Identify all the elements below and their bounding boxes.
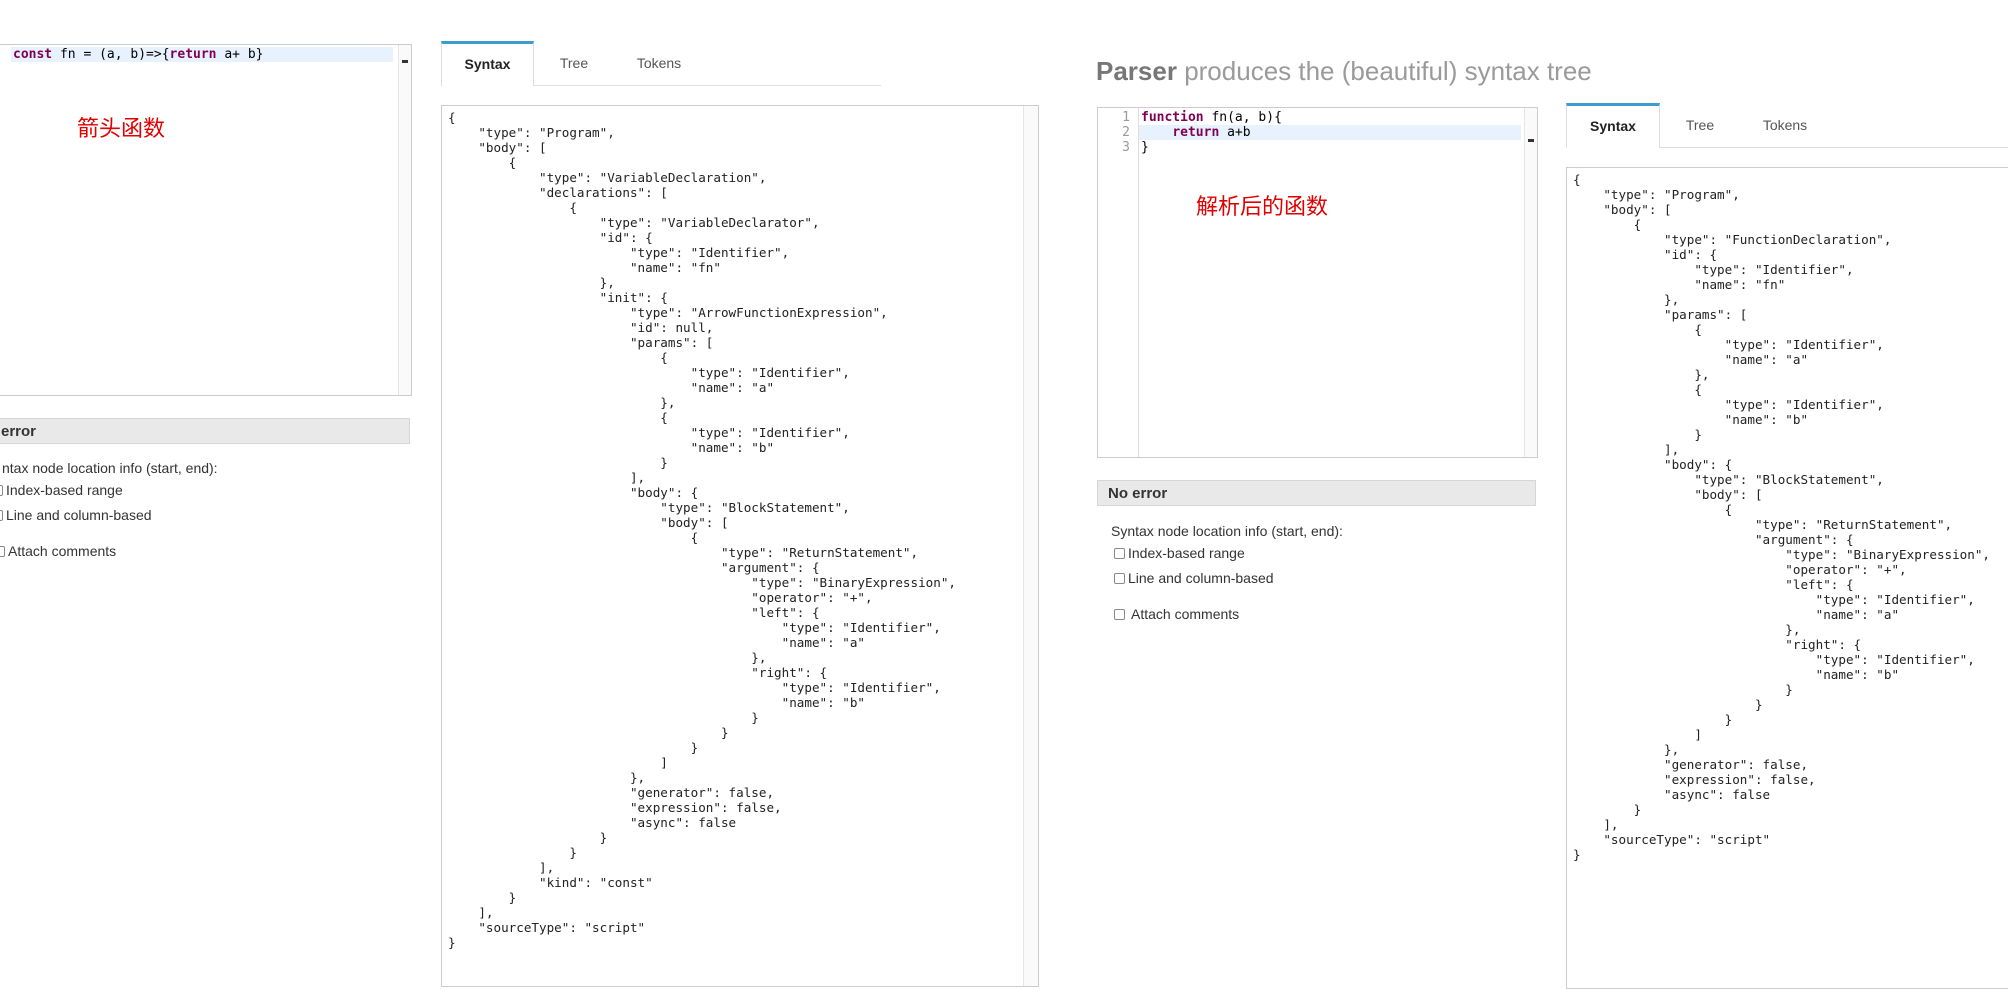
option-label: Line and column-based (1128, 570, 1274, 586)
tab-tree[interactable]: Tree (534, 41, 614, 85)
code-line-3: } (1141, 140, 1149, 155)
option-line-column[interactable]: Line and column-based (1114, 570, 1274, 586)
scroll-thumb[interactable] (1528, 139, 1534, 142)
line-column-checkbox[interactable] (0, 509, 3, 521)
tab-tree[interactable]: Tree (1660, 103, 1740, 147)
index-range-checkbox[interactable] (0, 484, 3, 496)
heading-rest: produces the (beautiful) syntax tree (1176, 56, 1592, 86)
status-text: No error (1108, 485, 1168, 502)
line-column-checkbox[interactable] (1114, 572, 1125, 584)
status-text: error (1, 423, 37, 440)
code-text: } (1141, 140, 1149, 155)
code-line-2: return a+b (1141, 125, 1251, 140)
attach-comments-checkbox[interactable] (1114, 608, 1125, 620)
code-text: a+b (1219, 125, 1251, 140)
option-label: Attach comments (1131, 606, 1240, 622)
line-number: 2 (1122, 125, 1130, 140)
annotation-arrow-function: 箭头函数 (77, 117, 166, 142)
line-number: 1 (1122, 110, 1130, 125)
syntax-tree-json: { "type": "Program", "body": [ { "type":… (1573, 172, 1991, 862)
annotation-parsed-function: 解析后的函数 (1196, 195, 1329, 220)
left-syntax-output[interactable]: { "type": "Program", "body": [ { "type":… (441, 105, 1039, 987)
code-text: a+ b} (216, 47, 264, 62)
option-attach-comments[interactable]: Attach comments (0, 543, 116, 559)
option-index-range[interactable]: Index-based range (0, 482, 123, 498)
scroll-thumb[interactable] (402, 60, 408, 63)
right-output-tabs: Syntax Tree Tokens (1566, 103, 2008, 148)
code-text: fn(a, b){ (1203, 110, 1282, 125)
attach-comments-checkbox[interactable] (0, 545, 5, 557)
option-label: Index-based range (6, 482, 123, 498)
tab-syntax[interactable]: Syntax (441, 41, 534, 86)
option-label: Line and column-based (6, 507, 152, 523)
code-line-1: const fn = (a, b)=>{return a+ b} (13, 47, 263, 62)
location-info-heading: Syntax node location info (start, end): (1111, 523, 1343, 539)
option-index-range[interactable]: Index-based range (1114, 545, 1245, 561)
code-line-1: function fn(a, b){ (1141, 110, 1282, 125)
location-info-heading: ntax node location info (start, end): (2, 460, 218, 476)
right-code-editor[interactable]: 1 2 3 function fn(a, b){ return a+b } 解析… (1097, 107, 1538, 458)
tab-syntax[interactable]: Syntax (1566, 103, 1660, 148)
left-code-editor[interactable]: const fn = (a, b)=>{return a+ b} 箭头函数 (0, 44, 412, 396)
keyword: function (1141, 110, 1204, 125)
keyword: const (13, 47, 53, 62)
option-label: Attach comments (8, 543, 117, 559)
keyword: return (169, 47, 217, 62)
output-scrollbar[interactable] (1023, 106, 1038, 986)
tab-tokens[interactable]: Tokens (1740, 103, 1830, 147)
keyword: return (1172, 125, 1220, 140)
page-heading: Parser produces the (beautiful) syntax t… (1096, 56, 1592, 87)
left-output-tabs: Syntax Tree Tokens (441, 41, 881, 86)
syntax-tree-json: { "type": "Program", "body": [ { "type":… (448, 110, 956, 950)
line-number-gutter: 1 2 3 (1098, 108, 1139, 457)
right-syntax-output[interactable]: { "type": "Program", "body": [ { "type":… (1566, 167, 2008, 989)
option-label: Index-based range (1128, 545, 1245, 561)
code-text: fn = (a, b)=>{ (52, 47, 170, 62)
option-attach-comments[interactable]: Attach comments (1114, 606, 1239, 622)
heading-bold: Parser (1096, 56, 1177, 86)
editor-scrollbar[interactable] (1524, 108, 1537, 457)
line-number: 3 (1122, 140, 1130, 155)
tab-tokens[interactable]: Tokens (614, 41, 704, 85)
editor-scrollbar[interactable] (398, 45, 411, 395)
option-line-column[interactable]: Line and column-based (0, 507, 152, 523)
right-status-bar: No error (1097, 480, 1536, 506)
index-range-checkbox[interactable] (1114, 547, 1125, 559)
left-status-bar: error (0, 418, 410, 444)
